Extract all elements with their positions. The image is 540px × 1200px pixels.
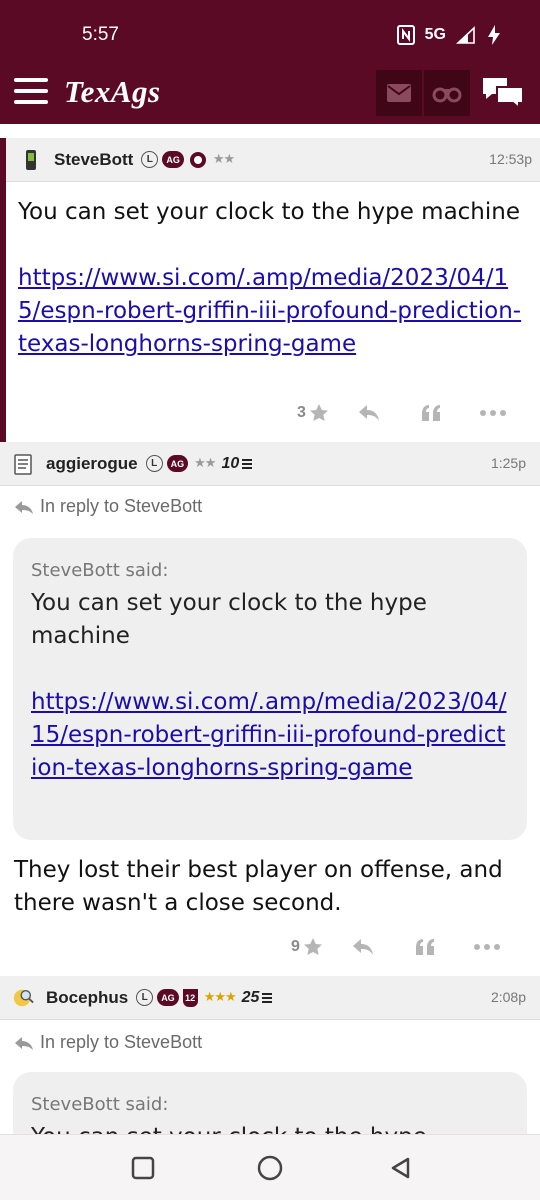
more-button[interactable] [462,398,524,428]
tier-bars-icon [242,458,253,469]
article-link[interactable]: https://www.si.com/.amp/media/2023/04/15… [18,265,521,357]
team-logo-icon [189,151,206,168]
lifetime-badge: L [136,989,154,1006]
tier-bars-icon [262,992,273,1003]
post-actions: 3 [288,398,524,428]
reply-icon [359,405,379,421]
star-icon [303,938,322,955]
ag-badge: AG [157,989,179,1006]
post-body: You can set your clock to the hype machi… [18,196,528,361]
battery-charging-icon [488,25,500,45]
quote-text: You can set your clock to the hype machi… [31,590,427,649]
reply-to-text: In reply to SteveBott [40,496,203,516]
post-text: They lost their best player on offense, … [14,857,503,916]
post-bocephus: Bocephus L AG 12 ★★★ 25 2:08p In reply t… [0,976,540,1134]
menu-icon [14,78,48,82]
chat-button[interactable] [480,70,526,116]
post-time: 12:53p [489,151,532,167]
reply-button[interactable] [332,932,394,962]
menu-button[interactable] [14,78,48,106]
reply-icon [353,939,373,955]
tier-level: 25 [241,988,260,1006]
post-actions: 9 [282,932,518,962]
chat-bubbles-icon [483,78,524,111]
status-time: 5:57 [82,24,119,45]
app-bar: TexAgs [0,62,540,124]
post-stevebott: SteveBott L AG ★★ 12:53p You can set you… [0,138,540,442]
app-logo[interactable]: TexAgs [64,74,161,110]
star-icon [309,404,328,421]
notepad-avatar-icon [14,453,32,475]
binoculars-icon [432,87,462,103]
quote-author: SteveBott said: [31,1094,169,1115]
home-icon [257,1155,283,1181]
username[interactable]: SteveBott [54,150,133,170]
ag-badge: AG [162,151,184,168]
post-header: SteveBott L AG ★★ 12:53p [6,138,540,182]
watchlist-button[interactable] [424,70,470,116]
more-icon [480,410,506,416]
reply-arrow-icon [15,1036,33,1050]
network-label: 5G [424,26,446,43]
username[interactable]: Bocephus [46,988,128,1008]
post-header: Bocephus L AG 12 ★★★ 25 2:08p [0,976,540,1020]
lifetime-badge: L [145,455,163,472]
phone-avatar-icon [26,149,36,170]
quote-article-link[interactable]: https://www.si.com/.amp/media/2023/04/15… [31,689,506,781]
recents-button[interactable] [126,1151,160,1185]
ag-badge: AG [166,455,189,472]
system-nav-bar [0,1134,540,1200]
post-text: You can set your clock to the hype machi… [18,199,521,225]
messages-button[interactable] [376,70,422,116]
reply-to-link[interactable]: In reply to SteveBott [14,1032,202,1053]
post-header: aggierogue L AG ★★ 10 1:25p [0,442,540,486]
magnifier-face-avatar-icon [13,989,34,1006]
quote-icon [416,939,434,955]
quote-button[interactable] [394,932,456,962]
reply-to-link[interactable]: In reply to SteveBott [14,496,202,517]
post-time: 2:08p [490,989,526,1005]
like-button[interactable]: 3 [288,398,338,428]
quoted-post: SteveBott said: You can set your clock t… [13,538,527,840]
back-icon [391,1157,410,1179]
twelfth-man-badge: 12 [182,988,198,1007]
quote-text: You can set your clock to the hype machi… [31,1121,509,1134]
signal-icon [456,26,475,44]
like-count: 9 [291,938,300,955]
recents-icon [131,1156,155,1180]
back-button[interactable] [384,1151,418,1185]
quoted-post: SteveBott said: You can set your clock t… [13,1072,527,1134]
lifetime-badge: L [141,151,159,168]
post-aggierogue: aggierogue L AG ★★ 10 1:25p In reply to … [0,442,540,978]
tier-level: 10 [221,454,240,472]
mail-icon [387,84,411,102]
post-time: 1:25p [490,455,526,471]
home-button[interactable] [253,1151,287,1185]
quote-button[interactable] [400,398,462,428]
reply-to-text: In reply to SteveBott [40,1032,203,1052]
star-rating: ★★ [212,152,235,167]
more-icon [474,944,500,950]
nfc-icon [396,25,415,45]
quote-author: SteveBott said: [31,560,169,581]
username[interactable]: aggierogue [46,454,138,474]
system-icons: 5G [396,24,502,46]
thread-content[interactable]: SteveBott L AG ★★ 12:53p You can set you… [0,124,540,1134]
like-count: 3 [297,404,306,421]
status-bar: 5:57 5G [0,0,540,62]
star-rating: ★★ [194,456,216,471]
more-button[interactable] [456,932,518,962]
like-button[interactable]: 9 [282,932,332,962]
reply-button[interactable] [338,398,400,428]
reply-arrow-icon [15,500,33,514]
star-rating: ★★★ [203,990,237,1005]
quote-icon [422,405,440,421]
